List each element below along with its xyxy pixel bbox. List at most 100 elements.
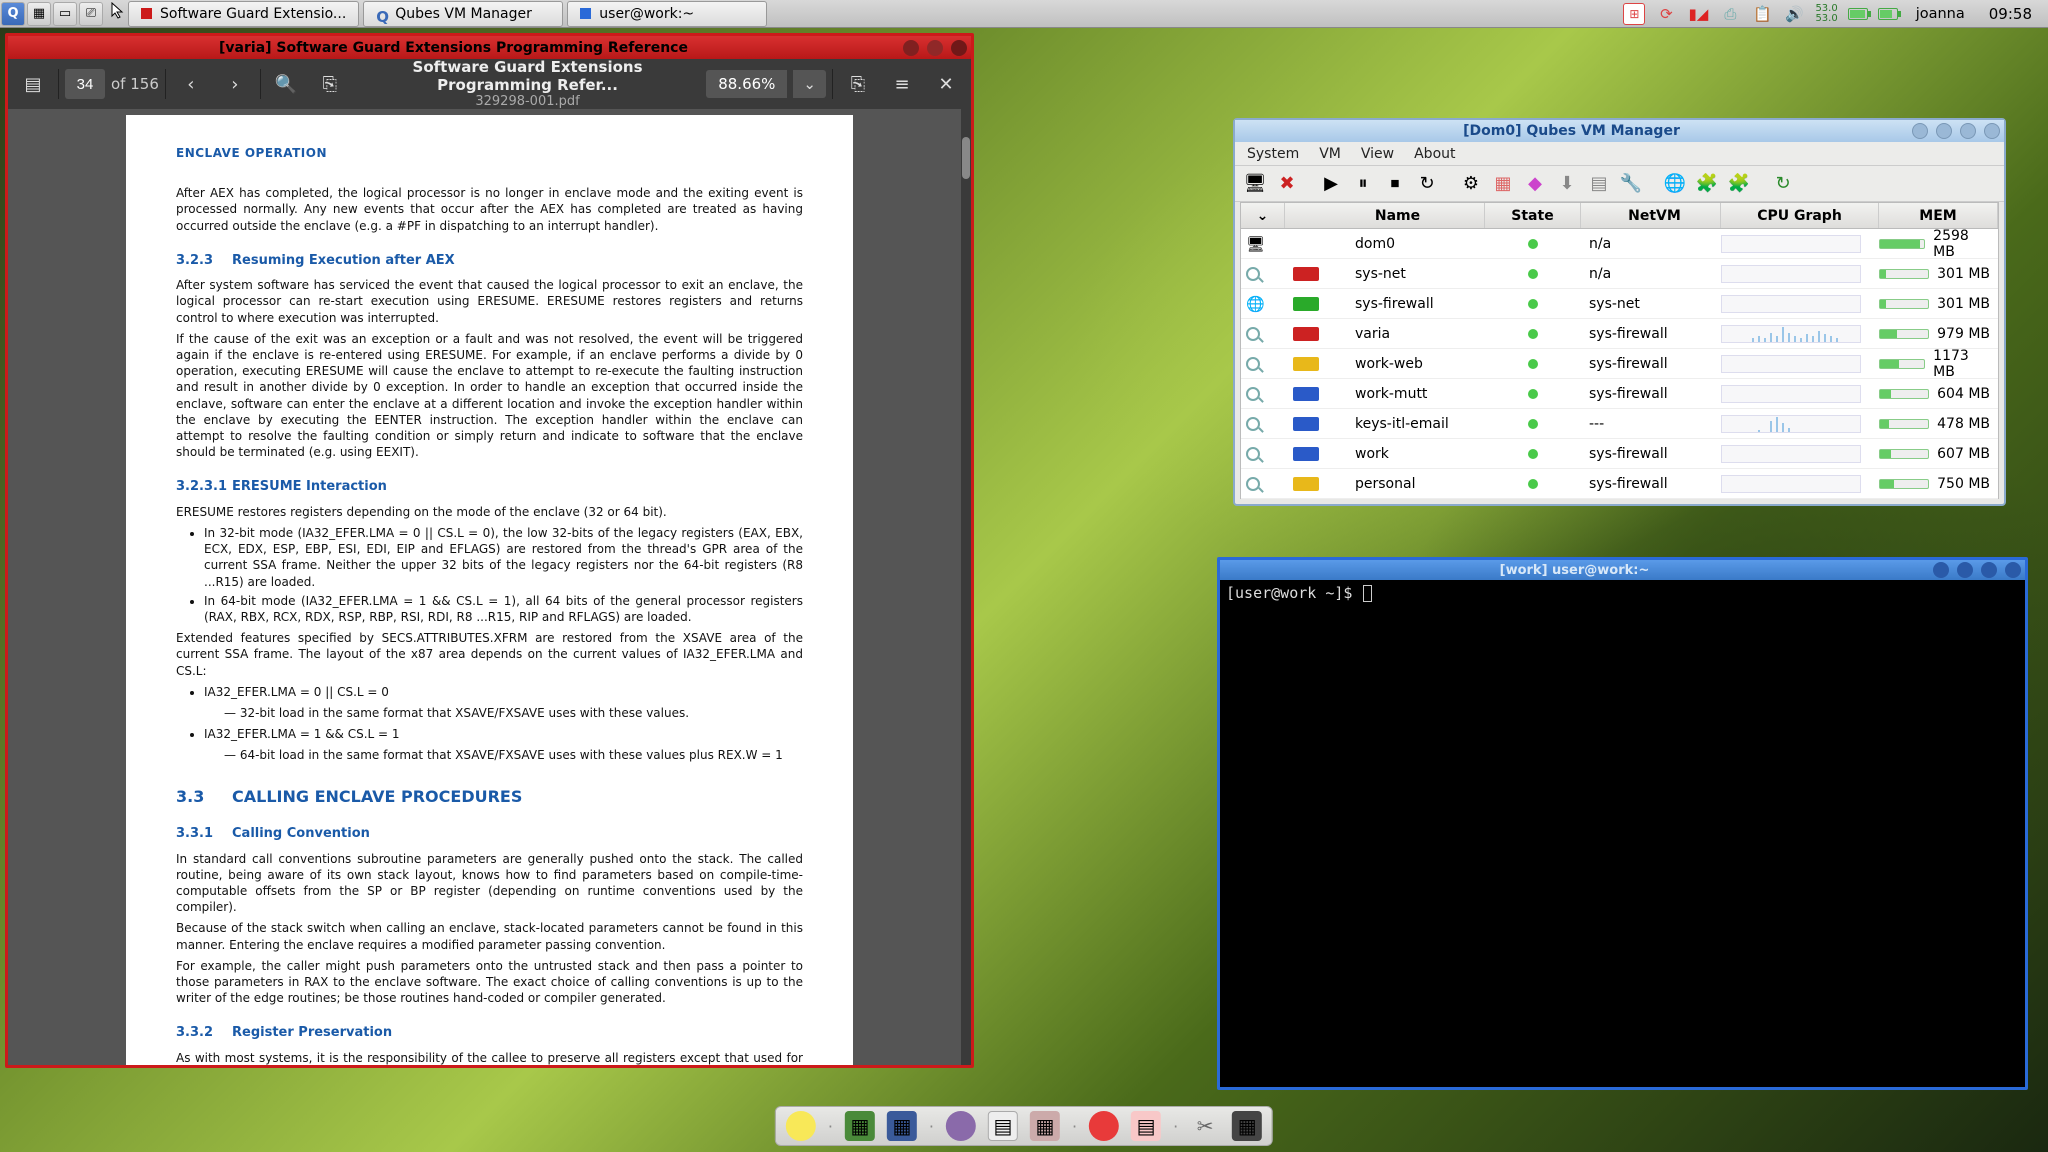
- close-button[interactable]: [2005, 562, 2021, 578]
- minimize-button[interactable]: [903, 40, 919, 56]
- zoom-level[interactable]: 88.66%: [706, 70, 787, 98]
- vm-row[interactable]: worksys-firewall607 MB: [1241, 439, 1998, 469]
- dock-item[interactable]: [786, 1111, 816, 1141]
- pdf-viewport[interactable]: ENCLAVE OPERATION After AEX has complete…: [8, 109, 971, 1065]
- restore-button[interactable]: [1981, 562, 1997, 578]
- column-state[interactable]: State: [1485, 203, 1581, 228]
- global-settings-button[interactable]: 🌐: [1661, 170, 1689, 198]
- menu-item-vm[interactable]: VM: [1319, 146, 1341, 162]
- qvm-titlebar[interactable]: [Dom0] Qubes VM Manager: [1235, 120, 2004, 142]
- vm-type-icon: [1246, 267, 1260, 281]
- dock-item[interactable]: ▤: [1131, 1111, 1161, 1141]
- column-mem[interactable]: MEM: [1879, 203, 1998, 228]
- copy-button[interactable]: ⎘: [311, 65, 349, 103]
- reader-mode-button[interactable]: ⎘: [839, 65, 877, 103]
- user-menu[interactable]: joanna: [1908, 6, 1973, 22]
- tray-updates-icon[interactable]: ⟳: [1655, 3, 1677, 25]
- restore-button[interactable]: [1960, 123, 1976, 139]
- top-panel: Q ▦ ▭ ⎚ Software Guard Extensio...QQubes…: [0, 0, 2048, 28]
- vm-row[interactable]: keys-itl-email---478 MB: [1241, 409, 1998, 439]
- clock[interactable]: 09:58: [1983, 5, 2038, 23]
- settings-button[interactable]: ⚙: [1457, 170, 1485, 198]
- taskbar-task[interactable]: user@work:~: [567, 1, 767, 27]
- tray-volume-icon[interactable]: 🔊: [1783, 3, 1805, 25]
- vm-row[interactable]: work-websys-firewall1173 MB: [1241, 349, 1998, 379]
- column-name[interactable]: Name: [1285, 203, 1485, 228]
- menu-item-view[interactable]: View: [1361, 146, 1394, 162]
- minimize-button[interactable]: [1912, 123, 1928, 139]
- lock-icon: [1293, 327, 1319, 341]
- vm-row[interactable]: variasys-firewall979 MB: [1241, 319, 1998, 349]
- menu-button[interactable]: ≡: [883, 65, 921, 103]
- dock-item[interactable]: ▦: [887, 1111, 917, 1141]
- mem-bar: [1879, 299, 1929, 309]
- terminal-body[interactable]: [user@work ~]$: [1220, 580, 2025, 1087]
- dock-item[interactable]: ▤: [988, 1111, 1018, 1141]
- stop-vm-button[interactable]: ⏹: [1381, 170, 1409, 198]
- battery-icon[interactable]: [1848, 8, 1868, 20]
- vm-row[interactable]: work-muttsys-firewall604 MB: [1241, 379, 1998, 409]
- tray-qubes-icon[interactable]: ⊞: [1623, 3, 1645, 25]
- sidebar-toggle-button[interactable]: ▤: [14, 65, 52, 103]
- close-button[interactable]: [951, 40, 967, 56]
- mem-bar: [1879, 239, 1925, 249]
- firewall-button[interactable]: ▦: [1489, 170, 1517, 198]
- qvm-toolbar: 🖥 ✖ ▶ ⏸ ⏹ ↻ ⚙ ▦ ◆ ⬇ ▤ 🔧 🌐 🧩 🧩 ↻: [1235, 166, 2004, 202]
- tools-button[interactable]: 🔧: [1617, 170, 1645, 198]
- tray-clipboard-icon[interactable]: 📋: [1751, 3, 1773, 25]
- toolbar-close-button[interactable]: ✕: [927, 65, 965, 103]
- dock-item[interactable]: ✂: [1190, 1111, 1220, 1141]
- screenshot-button[interactable]: ⎚: [79, 2, 103, 26]
- pdf-viewer-window: [varia] Software Guard Extensions Progra…: [5, 33, 974, 1068]
- vm-row[interactable]: 🌐sys-firewallsys-net301 MB: [1241, 289, 1998, 319]
- battery-icon-2[interactable]: [1878, 8, 1898, 20]
- pdf-scrollbar[interactable]: [961, 109, 971, 1065]
- prev-page-button[interactable]: ‹: [172, 65, 210, 103]
- qvm-window-title: [Dom0] Qubes VM Manager: [1235, 123, 1908, 139]
- menu-item-about[interactable]: About: [1414, 146, 1455, 162]
- maximize-button[interactable]: [1936, 123, 1952, 139]
- menu-item-system[interactable]: System: [1247, 146, 1299, 162]
- apps-button[interactable]: ◆: [1521, 170, 1549, 198]
- qubes-menu-button[interactable]: Q: [1, 2, 25, 26]
- workspace-switcher[interactable]: ▦: [27, 2, 51, 26]
- close-button[interactable]: [1984, 123, 2000, 139]
- lock-icon: [1293, 477, 1319, 491]
- zoom-dropdown[interactable]: ⌄: [793, 70, 826, 98]
- pdf-titlebar[interactable]: [varia] Software Guard Extensions Progra…: [8, 36, 971, 59]
- dock-item[interactable]: ▦: [845, 1111, 875, 1141]
- maximize-button[interactable]: [927, 40, 943, 56]
- vm-row[interactable]: sys-netn/a301 MB: [1241, 259, 1998, 289]
- restore-button[interactable]: 🧩: [1725, 170, 1753, 198]
- next-page-button[interactable]: ›: [216, 65, 254, 103]
- log-button[interactable]: ▤: [1585, 170, 1613, 198]
- minimize-button[interactable]: [1933, 562, 1949, 578]
- sort-column-button[interactable]: ⌄: [1241, 203, 1285, 228]
- column-cpu[interactable]: CPU Graph: [1721, 203, 1879, 228]
- dock-item[interactable]: ▦: [1030, 1111, 1060, 1141]
- dock-item[interactable]: [946, 1111, 976, 1141]
- backup-button[interactable]: 🧩: [1693, 170, 1721, 198]
- dock-item[interactable]: ▦: [1232, 1111, 1262, 1141]
- restart-vm-button[interactable]: ↻: [1413, 170, 1441, 198]
- show-desktop-button[interactable]: ▭: [53, 2, 77, 26]
- search-button[interactable]: 🔍: [267, 65, 305, 103]
- dock-item[interactable]: [1089, 1111, 1119, 1141]
- pause-vm-button[interactable]: ⏸: [1349, 170, 1377, 198]
- remove-vm-button[interactable]: ✖: [1273, 170, 1301, 198]
- refresh-button[interactable]: ↻: [1769, 170, 1797, 198]
- page-number-input[interactable]: [65, 69, 105, 99]
- new-vm-button[interactable]: 🖥: [1241, 170, 1269, 198]
- taskbar-task[interactable]: Software Guard Extensio...: [128, 1, 359, 27]
- taskbar-task[interactable]: QQubes VM Manager: [363, 1, 563, 27]
- maximize-button[interactable]: [1957, 562, 1973, 578]
- tray-network-icon[interactable]: ▮◢: [1687, 3, 1709, 25]
- vm-row[interactable]: 🖥dom0n/a2598 MB: [1241, 229, 1998, 259]
- vm-row[interactable]: personalsys-firewall750 MB: [1241, 469, 1998, 499]
- column-netvm[interactable]: NetVM: [1581, 203, 1721, 228]
- term-titlebar[interactable]: [work] user@work:~: [1220, 560, 2025, 580]
- page-header: ENCLAVE OPERATION: [176, 145, 803, 161]
- tray-device-icon[interactable]: ⎙: [1719, 3, 1741, 25]
- start-vm-button[interactable]: ▶: [1317, 170, 1345, 198]
- update-button[interactable]: ⬇: [1553, 170, 1581, 198]
